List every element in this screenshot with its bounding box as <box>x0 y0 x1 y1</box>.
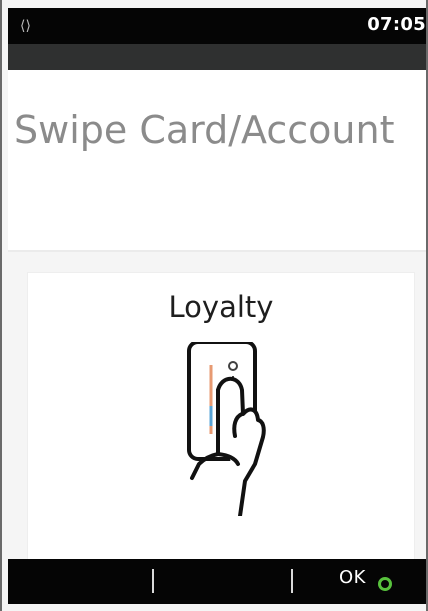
title-area: Swipe Card/Account <box>8 70 426 250</box>
loyalty-option[interactable]: Loyalty <box>27 272 415 572</box>
content-divider <box>8 250 426 252</box>
softkey-bar: OK <box>8 559 426 604</box>
swipe-card-icon <box>187 342 266 516</box>
ok-button[interactable]: OK <box>332 566 402 596</box>
header-band <box>8 44 426 70</box>
connection-arrows-icon: ⟨⟩ <box>20 18 31 34</box>
status-bar: ⟨⟩ 07:05 <box>8 8 426 44</box>
softkey-divider <box>152 569 154 593</box>
loyalty-label: Loyalty <box>168 290 274 324</box>
green-circle-icon <box>378 577 392 591</box>
terminal-screen: ⟨⟩ 07:05 Swipe Card/Account Loyalty OK <box>0 0 428 611</box>
softkey-divider <box>291 569 293 593</box>
ok-button-label: OK <box>339 567 366 588</box>
page-title: Swipe Card/Account <box>14 108 395 152</box>
clock: 07:05 <box>367 14 426 35</box>
